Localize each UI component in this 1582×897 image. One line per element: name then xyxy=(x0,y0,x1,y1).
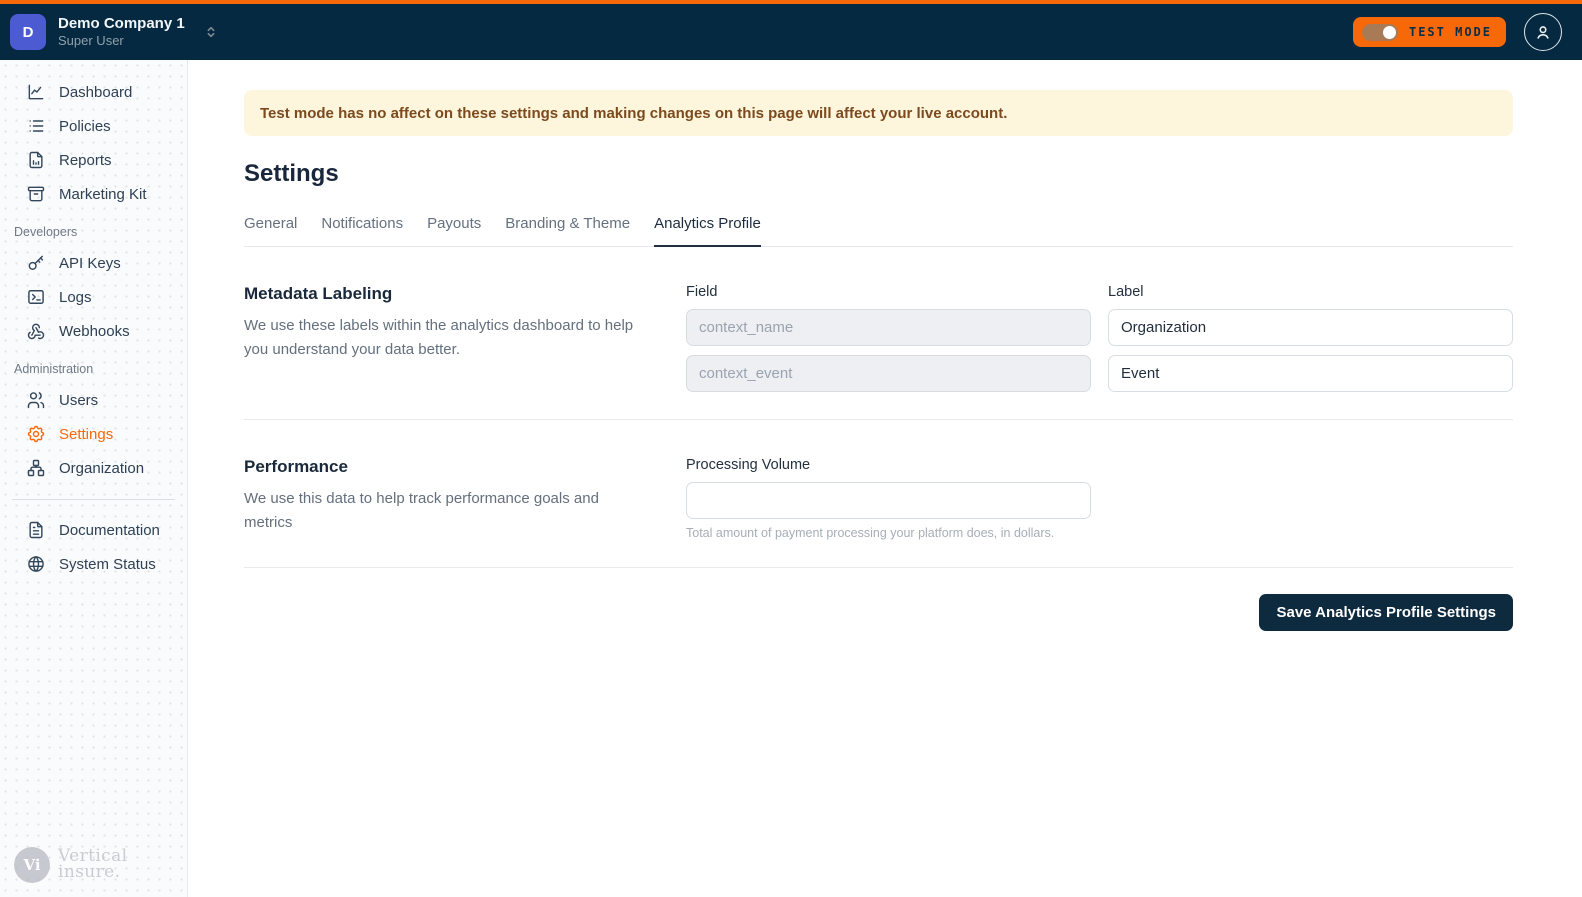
processing-volume-input[interactable] xyxy=(686,482,1091,519)
users-icon xyxy=(26,390,46,410)
sidebar-item-label: Logs xyxy=(59,289,92,306)
context-event-field xyxy=(686,355,1091,392)
organization-label-input[interactable] xyxy=(1108,309,1513,346)
processing-volume-label: Processing Volume xyxy=(686,457,1091,473)
sidebar-item-reports[interactable]: Reports xyxy=(0,143,187,177)
company-name: Demo Company 1 xyxy=(58,15,185,34)
sidebar-item-label: API Keys xyxy=(59,255,121,272)
sidebar-item-documentation[interactable]: Documentation xyxy=(0,513,187,547)
processing-volume-helper: Total amount of payment processing your … xyxy=(686,526,1091,540)
globe-icon xyxy=(26,554,46,574)
sidebar-item-label: Webhooks xyxy=(59,323,130,340)
archive-box-icon xyxy=(26,184,46,204)
field-column-label: Field xyxy=(686,284,1091,300)
sidebar-item-webhooks[interactable]: Webhooks xyxy=(0,314,187,348)
warning-banner-text: Test mode has no affect on these setting… xyxy=(260,105,1007,122)
sidebar-item-marketing-kit[interactable]: Marketing Kit xyxy=(0,177,187,211)
metadata-labeling-section: Metadata Labeling We use these labels wi… xyxy=(244,247,1513,420)
company-switcher[interactable]: D Demo Company 1 Super User xyxy=(10,14,219,50)
gear-icon xyxy=(26,424,46,444)
page-title: Settings xyxy=(244,160,1513,188)
sidebar-item-organization[interactable]: Organization xyxy=(0,451,187,485)
file-chart-icon xyxy=(26,150,46,170)
sidebar-item-label: Dashboard xyxy=(59,84,132,101)
logo-wordmark: Vertical insure. xyxy=(58,849,127,880)
performance-section-title: Performance xyxy=(244,457,640,477)
person-icon xyxy=(1532,21,1554,43)
sidebar-item-label: System Status xyxy=(59,556,156,573)
vertical-insure-logo: Vi Vertical insure. xyxy=(14,847,127,883)
sidebar-item-api-keys[interactable]: API Keys xyxy=(0,246,187,280)
logo-mark: Vi xyxy=(14,847,50,883)
sidebar-item-label: Reports xyxy=(59,152,112,169)
sidebar-item-settings[interactable]: Settings xyxy=(0,417,187,451)
toggle-switch[interactable] xyxy=(1362,24,1398,41)
sidebar-item-logs[interactable]: Logs xyxy=(0,280,187,314)
toggle-knob xyxy=(1383,26,1396,39)
tab-analytics-profile[interactable]: Analytics Profile xyxy=(654,215,761,247)
sidebar-item-label: Settings xyxy=(59,426,113,443)
test-mode-warning-banner: Test mode has no affect on these setting… xyxy=(244,90,1513,136)
tab-branding-theme[interactable]: Branding & Theme xyxy=(505,215,630,247)
tab-notifications[interactable]: Notifications xyxy=(321,215,403,247)
topbar: D Demo Company 1 Super User TEST MODE xyxy=(0,0,1582,60)
sidebar-item-users[interactable]: Users xyxy=(0,383,187,417)
document-icon xyxy=(26,520,46,540)
performance-section-description: We use this data to help track performan… xyxy=(244,487,640,535)
sitemap-icon xyxy=(26,458,46,478)
save-analytics-profile-button[interactable]: Save Analytics Profile Settings xyxy=(1259,594,1513,631)
test-mode-label: TEST MODE xyxy=(1409,25,1492,39)
sidebar-item-label: Marketing Kit xyxy=(59,186,147,203)
sidebar-divider xyxy=(12,499,175,500)
sidebar-item-label: Users xyxy=(59,392,98,409)
metadata-section-description: We use these labels within the analytics… xyxy=(244,314,640,362)
chart-line-icon xyxy=(26,82,46,102)
terminal-icon xyxy=(26,287,46,307)
settings-tabs: General Notifications Payouts Branding &… xyxy=(244,215,1513,247)
context-name-field xyxy=(686,309,1091,346)
sidebar-item-label: Policies xyxy=(59,118,111,135)
sidebar-item-dashboard[interactable]: Dashboard xyxy=(0,75,187,109)
list-icon xyxy=(26,116,46,136)
key-icon xyxy=(26,253,46,273)
sidebar-section-administration: Administration xyxy=(0,348,187,383)
sidebar-section-developers: Developers xyxy=(0,211,187,246)
tab-payouts[interactable]: Payouts xyxy=(427,215,481,247)
tab-general[interactable]: General xyxy=(244,215,297,247)
performance-section: Performance We use this data to help tra… xyxy=(244,420,1513,568)
sidebar-item-policies[interactable]: Policies xyxy=(0,109,187,143)
company-avatar: D xyxy=(10,14,46,50)
webhook-icon xyxy=(26,321,46,341)
user-avatar-button[interactable] xyxy=(1524,13,1562,51)
metadata-section-title: Metadata Labeling xyxy=(244,284,640,304)
label-column-label: Label xyxy=(1108,284,1513,300)
sidebar-item-system-status[interactable]: System Status xyxy=(0,547,187,581)
sidebar-item-label: Organization xyxy=(59,460,144,477)
company-role: Super User xyxy=(58,33,185,49)
event-label-input[interactable] xyxy=(1108,355,1513,392)
main-content: Test mode has no affect on these setting… xyxy=(188,60,1582,897)
test-mode-toggle[interactable]: TEST MODE xyxy=(1353,17,1506,47)
sidebar-item-label: Documentation xyxy=(59,522,160,539)
chevron-updown-icon xyxy=(203,24,219,40)
sidebar: Dashboard Policies Reports Marketing Kit… xyxy=(0,60,188,897)
